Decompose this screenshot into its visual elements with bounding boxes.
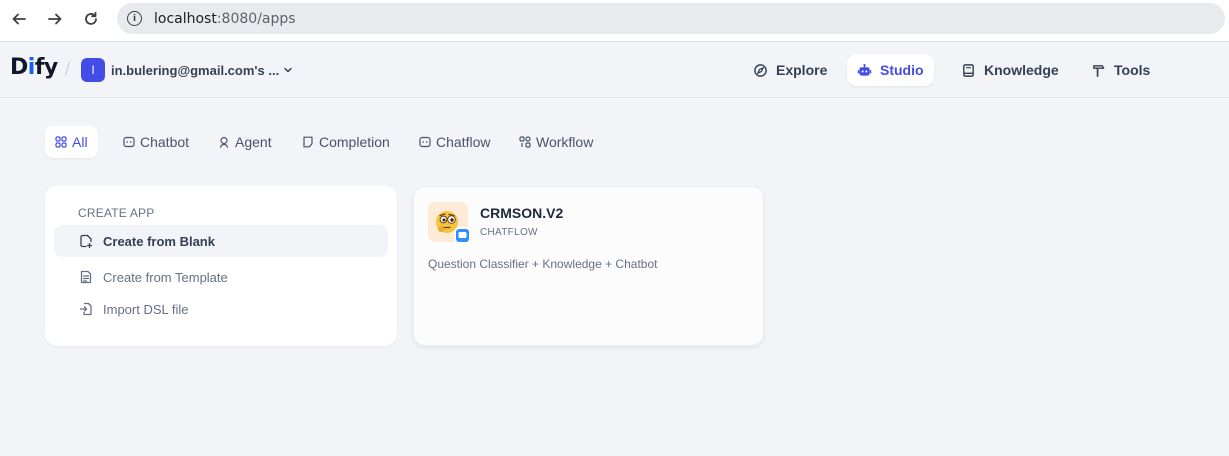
tab-label: Completion <box>319 134 390 150</box>
arrow-right-icon <box>48 13 62 25</box>
nav-tools[interactable]: Tools <box>1081 54 1160 86</box>
arrow-left-icon <box>12 13 26 25</box>
agent-icon <box>219 136 229 148</box>
nav-studio[interactable]: Studio <box>847 54 934 86</box>
template-icon <box>80 270 92 284</box>
chat-bubble-icon <box>123 136 135 148</box>
tab-chatflow[interactable]: Chatflow <box>409 126 500 158</box>
site-info-icon[interactable]: i <box>127 11 142 26</box>
compass-icon <box>754 63 767 77</box>
nav-explore[interactable]: Explore <box>743 54 837 86</box>
create-item-label: Create from Template <box>103 269 228 285</box>
workspace-selector[interactable]: I in.bulering@gmail.com's ... <box>81 58 293 82</box>
reload-icon <box>85 11 97 25</box>
create-item-label: Create from Blank <box>103 233 215 249</box>
url-host: localhost <box>154 10 217 27</box>
chevron-down-icon <box>284 67 292 73</box>
nav-label: Knowledge <box>984 62 1059 78</box>
tab-label: Chatflow <box>436 134 491 150</box>
chat-bubble-icon <box>458 232 467 238</box>
file-plus-icon <box>80 234 93 248</box>
back-button[interactable] <box>8 8 30 30</box>
address-bar[interactable]: i localhost:8080/apps <box>117 3 1225 34</box>
logo-part: D <box>10 55 28 80</box>
app-header: Dify / I in.bulering@gmail.com's ... Exp… <box>0 42 1229 98</box>
url-text: localhost:8080/apps <box>154 11 296 27</box>
tab-chatbot[interactable]: Chatbot <box>113 126 199 158</box>
tab-label: Chatbot <box>140 134 190 150</box>
browser-toolbar: i localhost:8080/apps <box>0 0 1229 42</box>
dify-logo[interactable]: Dify <box>10 55 58 80</box>
import-dsl-button[interactable]: Import DSL file <box>54 293 388 325</box>
nav-label: Explore <box>776 62 828 78</box>
chat-flow-icon <box>419 136 431 148</box>
reload-button[interactable] <box>80 8 102 30</box>
create-from-template-button[interactable]: Create from Template <box>54 261 388 293</box>
forward-button[interactable] <box>44 8 66 30</box>
tab-agent[interactable]: Agent <box>208 126 282 158</box>
hammer-icon <box>1093 64 1105 77</box>
app-name: CRMSON.V2 <box>480 205 564 221</box>
nav-knowledge[interactable]: Knowledge <box>951 54 1069 86</box>
create-item-label: Import DSL file <box>103 301 189 317</box>
workspace-name: in.bulering@gmail.com's ... <box>111 62 280 78</box>
grid-icon <box>55 136 67 148</box>
app-description: Question Classifier + Knowledge + Chatbo… <box>428 257 658 271</box>
file-import-icon <box>79 302 92 316</box>
workspace-avatar: I <box>81 58 105 82</box>
url-path: :8080/apps <box>216 10 296 27</box>
chat-badge-icon <box>454 227 471 244</box>
tab-label: Workflow <box>536 134 594 150</box>
file-text-icon <box>303 136 313 148</box>
nav-label: Studio <box>880 62 924 78</box>
book-icon <box>963 63 974 77</box>
nav-label: Tools <box>1114 62 1151 78</box>
create-app-title: CREATE APP <box>78 206 155 220</box>
workflow-icon <box>519 136 531 148</box>
app-card[interactable]: CRMSON.V2 CHATFLOW Question Classifier +… <box>413 186 764 346</box>
tab-workflow[interactable]: Workflow <box>509 126 603 158</box>
create-from-blank-button[interactable]: Create from Blank <box>54 225 388 257</box>
app-type: CHATFLOW <box>480 227 538 238</box>
robot-icon <box>857 63 872 76</box>
tab-completion[interactable]: Completion <box>292 126 400 158</box>
tab-label: Agent <box>235 134 272 150</box>
logo-accent: i <box>27 55 36 80</box>
divider-slash: / <box>65 59 71 79</box>
tab-all[interactable]: All <box>45 126 98 158</box>
tab-label: All <box>72 134 88 150</box>
create-app-card: CREATE APP Create from Blank Create from… <box>45 186 397 346</box>
logo-part: fy <box>34 55 58 80</box>
